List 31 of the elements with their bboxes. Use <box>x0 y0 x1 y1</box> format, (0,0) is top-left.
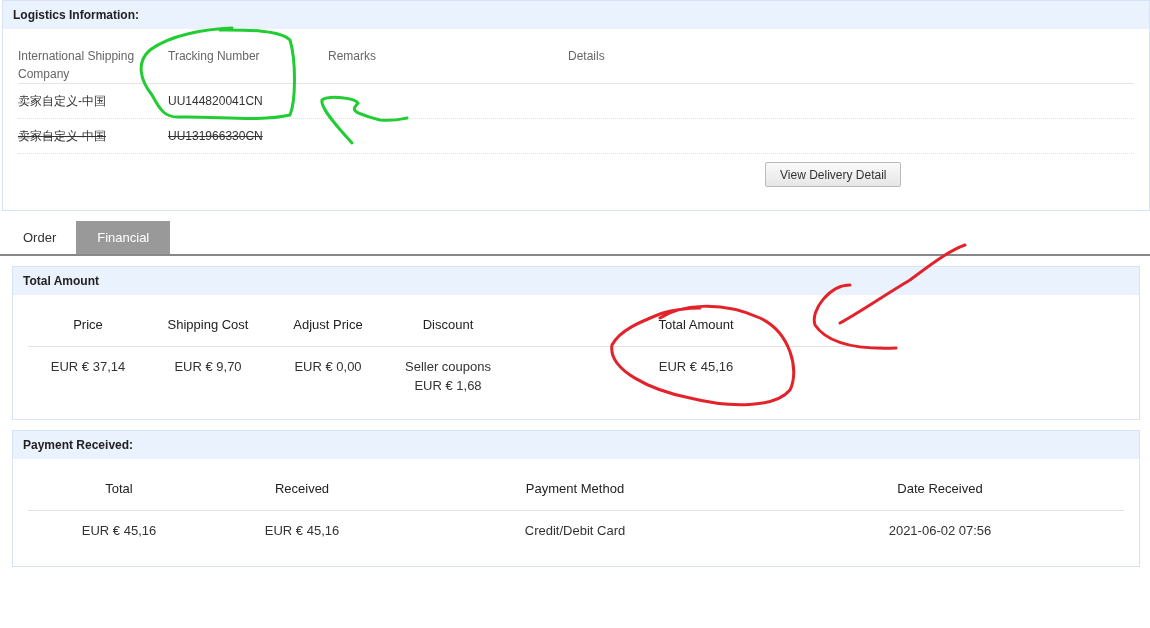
column-header: Remarks <box>328 43 568 84</box>
column-header: Received <box>210 459 394 511</box>
column-header: Shipping Cost <box>148 295 268 347</box>
column-header: Date Received <box>756 459 1124 511</box>
column-header: Total <box>28 459 210 511</box>
table-cell-text: EUR € 37,14 <box>49 358 127 376</box>
column-header: Total Amount <box>508 295 884 347</box>
table-cell-text: 2021-06-02 07:56 <box>887 522 993 540</box>
table-cell: UU144820041CN <box>168 84 328 119</box>
column-header: Discount <box>388 295 508 347</box>
panel-title: Payment Received: <box>13 431 1139 459</box>
column-header: Tracking Number <box>168 43 328 84</box>
column-header: Price <box>28 295 148 347</box>
panel-title: Total Amount <box>13 267 1139 295</box>
column-header: Adjust Price <box>268 295 388 347</box>
panel-title: Logistics Information: <box>3 1 1149 29</box>
table-cell-text: EUR € 0,00 <box>293 358 363 376</box>
table-cell-text: Seller coupons <box>404 358 492 376</box>
table-cell-text: EUR € 45,16 <box>657 358 735 376</box>
view-delivery-detail-button[interactable]: View Delivery Detail <box>765 162 902 187</box>
table-cell: 卖家自定义-中国 <box>18 84 168 119</box>
table-cell-text: EUR € 1,68 <box>413 377 483 395</box>
table-cell-text: EUR € 45,16 <box>263 522 341 540</box>
table-cell-text: EUR € 45,16 <box>80 522 158 540</box>
column-header: Details <box>568 43 1134 84</box>
column-header: Payment Method <box>394 459 756 511</box>
table-cell-text: Credit/Debit Card <box>523 522 627 540</box>
column-header: International Shipping Company <box>18 43 168 84</box>
table-cell-text: EUR € 9,70 <box>173 358 243 376</box>
table-cell: UU131966330CN <box>168 119 328 154</box>
table-cell: 卖家自定义-中国 <box>18 119 168 154</box>
